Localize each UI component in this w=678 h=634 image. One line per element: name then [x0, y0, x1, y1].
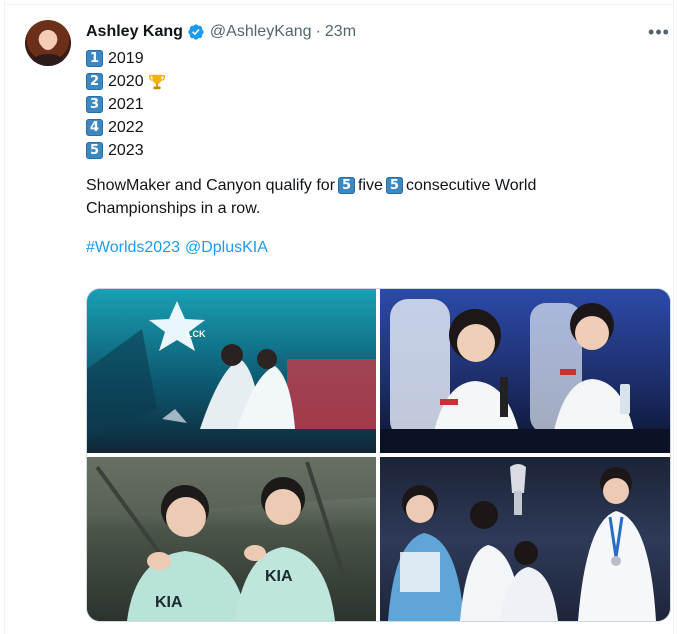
five-word: five [358, 177, 383, 194]
media-grid: LCK KIA KIA [86, 288, 671, 622]
year-line-2: 2 2020 [86, 70, 646, 93]
mention-link[interactable]: @DplusKIA [185, 236, 268, 259]
hashtag-link[interactable]: #Worlds2023 [86, 236, 180, 259]
tweet-body-paragraph: ShowMaker and Canyon qualify for 5 five … [86, 174, 646, 220]
keycap-4-icon: 4 [86, 119, 103, 136]
year-4: 2022 [108, 119, 144, 136]
avatar-shoulder [31, 54, 65, 66]
photo-3[interactable]: KIA KIA [87, 457, 376, 621]
keycap-five-icon-2: 5 [385, 177, 403, 194]
photo-4-art [380, 457, 670, 621]
trophy-icon [148, 74, 165, 89]
body-line-1: ShowMaker and Canyon qualify for 5 five … [86, 174, 646, 197]
tweet-timestamp[interactable]: 23m [325, 23, 356, 41]
tweet-card-top-border [4, 4, 674, 5]
body-line-1-end: consecutive World [405, 177, 537, 194]
photo-3-label-right: KIA [265, 568, 293, 585]
year-5: 2023 [108, 142, 144, 159]
photo-4[interactable] [380, 457, 670, 621]
avatar[interactable] [25, 20, 71, 66]
photo-2[interactable] [380, 289, 670, 453]
verified-badge-icon [188, 24, 204, 40]
year-3: 2021 [108, 96, 144, 113]
tweet-header: Ashley Kang @AshleyKang · 23m [86, 22, 356, 42]
author-name[interactable]: Ashley Kang [86, 23, 183, 41]
keycap-five-icon: 5 [338, 177, 356, 194]
keycap-1-icon: 1 [86, 50, 103, 67]
avatar-face [40, 30, 56, 50]
body-line-2: Championships in a row. [86, 197, 646, 220]
year-2: 2020 [108, 73, 144, 90]
photo-1[interactable]: LCK [87, 289, 376, 453]
tweet-card-left-border [4, 0, 5, 634]
year-1: 2019 [108, 50, 144, 67]
more-icon: ••• [648, 21, 670, 42]
body-line-1-start: ShowMaker and Canyon qualify for [86, 177, 336, 194]
tweet-card-right-border [673, 0, 674, 634]
keycap-3-icon: 3 [86, 96, 103, 113]
author-handle[interactable]: @AshleyKang [210, 23, 312, 41]
keycap-5-icon: 5 [86, 142, 103, 159]
tweet-text: 1 2019 2 2020 3 2021 4 2022 5 2023 ShowM… [86, 47, 646, 259]
photo-1-label: LCK [187, 329, 206, 339]
year-line-4: 4 2022 [86, 116, 646, 139]
year-line-5: 5 2023 [86, 139, 646, 162]
header-separator: · [315, 23, 321, 40]
body-line-2-text: Championships in a row. [86, 200, 261, 217]
tweet-links: #Worlds2023 @DplusKIA [86, 236, 646, 259]
photo-1-art: LCK [87, 289, 376, 453]
more-options-button[interactable]: ••• [648, 22, 670, 42]
photo-2-art [380, 289, 670, 453]
year-line-3: 3 2021 [86, 93, 646, 116]
photo-3-art: KIA KIA [87, 457, 376, 621]
year-line-1: 1 2019 [86, 47, 646, 70]
keycap-2-icon: 2 [86, 73, 103, 90]
photo-3-label-left: KIA [155, 594, 183, 611]
